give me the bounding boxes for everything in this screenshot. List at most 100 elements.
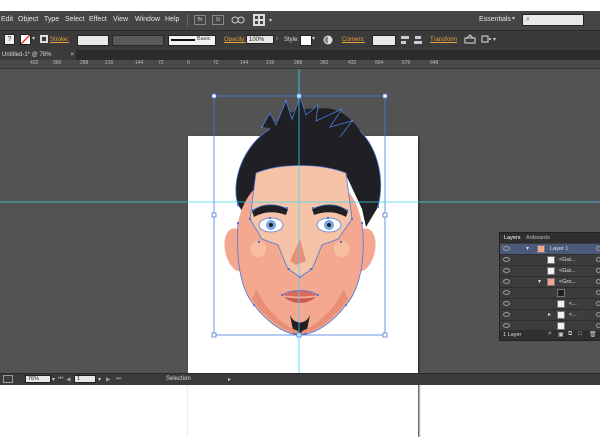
artboard-dropdown-icon[interactable]: ▾	[98, 376, 101, 383]
style-dropdown-icon[interactable]: ▾	[312, 35, 315, 42]
visibility-eye-icon[interactable]	[503, 301, 510, 306]
ruler-label: 0	[187, 60, 190, 66]
arrange-dropdown-icon[interactable]: ▾	[269, 17, 276, 24]
stroke-swatch[interactable]	[40, 35, 48, 43]
help-search-input[interactable]: ⌕	[522, 14, 584, 26]
next-artboard-icon[interactable]: ▶	[106, 376, 111, 383]
brush-definition[interactable]: Basic	[168, 35, 216, 46]
layer-thumbnail	[547, 267, 555, 275]
ruler-label: 144	[135, 60, 144, 66]
control-dropdown-icon[interactable]: ▾	[493, 36, 496, 43]
sync-icon[interactable]	[230, 14, 246, 26]
visibility-eye-icon[interactable]	[503, 246, 510, 251]
layer-name: <Gui...	[559, 257, 576, 263]
menu-edit[interactable]: Edit	[1, 16, 13, 23]
new-layer-icon[interactable]: □	[578, 331, 582, 337]
layer-row[interactable]	[500, 288, 600, 299]
opacity-arrow-icon[interactable]: ›	[276, 36, 278, 42]
control-bar: ? ▾ Stroke: Basic Opacity: 100% › Style:…	[0, 30, 600, 50]
zoom-field[interactable]: 76%	[25, 375, 51, 383]
fill-none-swatch[interactable]	[20, 34, 31, 45]
ruler-label: 504	[375, 60, 384, 66]
bridge-button[interactable]: Br	[194, 15, 206, 25]
tab-layers[interactable]: Layers	[504, 235, 521, 241]
target-circle-icon[interactable]	[596, 279, 600, 284]
layer-thumbnail	[557, 311, 565, 319]
delete-layer-icon[interactable]: 🗑	[589, 331, 597, 338]
corners-field[interactable]	[372, 35, 396, 46]
menu-type[interactable]: Type	[44, 16, 59, 23]
stock-button[interactable]: St	[212, 15, 224, 25]
visibility-eye-icon[interactable]	[503, 290, 510, 295]
layers-panel-footer: 1 Layer ⌕ ▣ ⧉ □ 🗑	[500, 330, 600, 340]
ruler-label: 288	[294, 60, 303, 66]
stroke-weight-field[interactable]	[77, 35, 109, 46]
locate-object-icon[interactable]: ⌕	[548, 330, 552, 338]
previous-artboard-icon[interactable]: ◀	[66, 376, 71, 383]
layer-row[interactable]: ▾ <Gro...	[500, 277, 600, 288]
horizontal-ruler[interactable]: 432 360 288 216 144 72 0 72 144 216 288 …	[0, 60, 600, 69]
close-tab-icon[interactable]: ×	[70, 50, 74, 60]
menu-object[interactable]: Object	[18, 16, 38, 23]
help-question-icon[interactable]: ?	[4, 34, 15, 45]
layer-row[interactable]: <...	[500, 299, 600, 310]
visibility-eye-icon[interactable]	[503, 268, 510, 273]
menu-help[interactable]: Help	[165, 16, 179, 23]
layer-row[interactable]: <Gui...	[500, 266, 600, 277]
expand-triangle-icon[interactable]: ▾	[538, 278, 541, 285]
target-circle-icon[interactable]	[596, 290, 600, 295]
menu-select[interactable]: Select	[65, 16, 84, 23]
first-artboard-icon[interactable]: ⏮	[58, 376, 63, 383]
target-circle-icon[interactable]	[596, 301, 600, 306]
layer-row[interactable]: <Gui...	[500, 255, 600, 266]
collapse-triangle-icon[interactable]: ▸	[548, 311, 551, 318]
align-center-icon[interactable]	[413, 35, 423, 45]
ruler-label: 144	[240, 60, 249, 66]
expand-triangle-icon[interactable]: ▾	[526, 245, 529, 252]
isolate-selected-icon[interactable]	[464, 34, 476, 46]
artboard-number-field[interactable]: 1	[74, 375, 96, 383]
control-menu-icon[interactable]	[480, 34, 492, 46]
menu-window[interactable]: Window	[135, 16, 160, 23]
stroke-label[interactable]: Stroke:	[50, 37, 69, 43]
clipping-mask-icon[interactable]: ▣	[558, 331, 564, 338]
menu-effect[interactable]: Effect	[89, 16, 107, 23]
last-artboard-icon[interactable]: ⏭	[116, 376, 121, 383]
layer-thumbnail	[557, 300, 565, 308]
opacity-label[interactable]: Opacity:	[224, 37, 246, 43]
visibility-eye-icon[interactable]	[503, 257, 510, 262]
target-circle-icon[interactable]	[596, 323, 600, 328]
opacity-field[interactable]: 100%	[246, 35, 274, 44]
layer-row[interactable]: ▸ <...	[500, 310, 600, 321]
document-tab[interactable]: Untitled-1* @ 76% (CMYK/Preview) ×	[0, 50, 76, 68]
target-circle-icon[interactable]	[596, 246, 600, 251]
workspace-switcher[interactable]: Essentials	[479, 16, 511, 23]
transform-label[interactable]: Transform	[430, 37, 457, 43]
menu-view[interactable]: View	[113, 16, 128, 23]
variable-width-profile[interactable]	[112, 35, 164, 46]
target-circle-icon[interactable]	[596, 257, 600, 262]
visibility-eye-icon[interactable]	[503, 312, 510, 317]
corners-label[interactable]: Corners:	[342, 37, 365, 43]
layer-row[interactable]: ▾ Layer 1	[500, 244, 600, 255]
workspace-dropdown-icon[interactable]: ▾	[512, 15, 515, 22]
layers-panel-header: Layers Artboards	[500, 233, 600, 243]
status-menu-icon[interactable]: ▸	[228, 376, 231, 383]
recolor-artwork-icon[interactable]	[323, 35, 333, 45]
right-cheek	[334, 241, 350, 257]
visibility-eye-icon[interactable]	[503, 279, 510, 284]
new-sublayer-icon[interactable]: ⧉	[568, 331, 572, 338]
zoom-value: 76%	[28, 376, 40, 382]
tab-artboards[interactable]: Artboards	[526, 235, 550, 241]
layer-count: 1 Layer	[503, 332, 522, 338]
target-circle-icon[interactable]	[596, 268, 600, 273]
target-circle-icon[interactable]	[596, 312, 600, 317]
ruler-label: 72	[158, 60, 164, 66]
arrange-documents-icon[interactable]	[253, 14, 265, 26]
align-icon[interactable]	[400, 35, 410, 45]
graphic-style-swatch[interactable]	[300, 35, 312, 46]
zoom-dropdown-icon[interactable]: ▾	[52, 376, 55, 383]
artboard-navigator-icon[interactable]	[3, 375, 13, 383]
fill-dropdown-icon[interactable]: ▾	[32, 35, 35, 42]
visibility-eye-icon[interactable]	[503, 323, 510, 328]
